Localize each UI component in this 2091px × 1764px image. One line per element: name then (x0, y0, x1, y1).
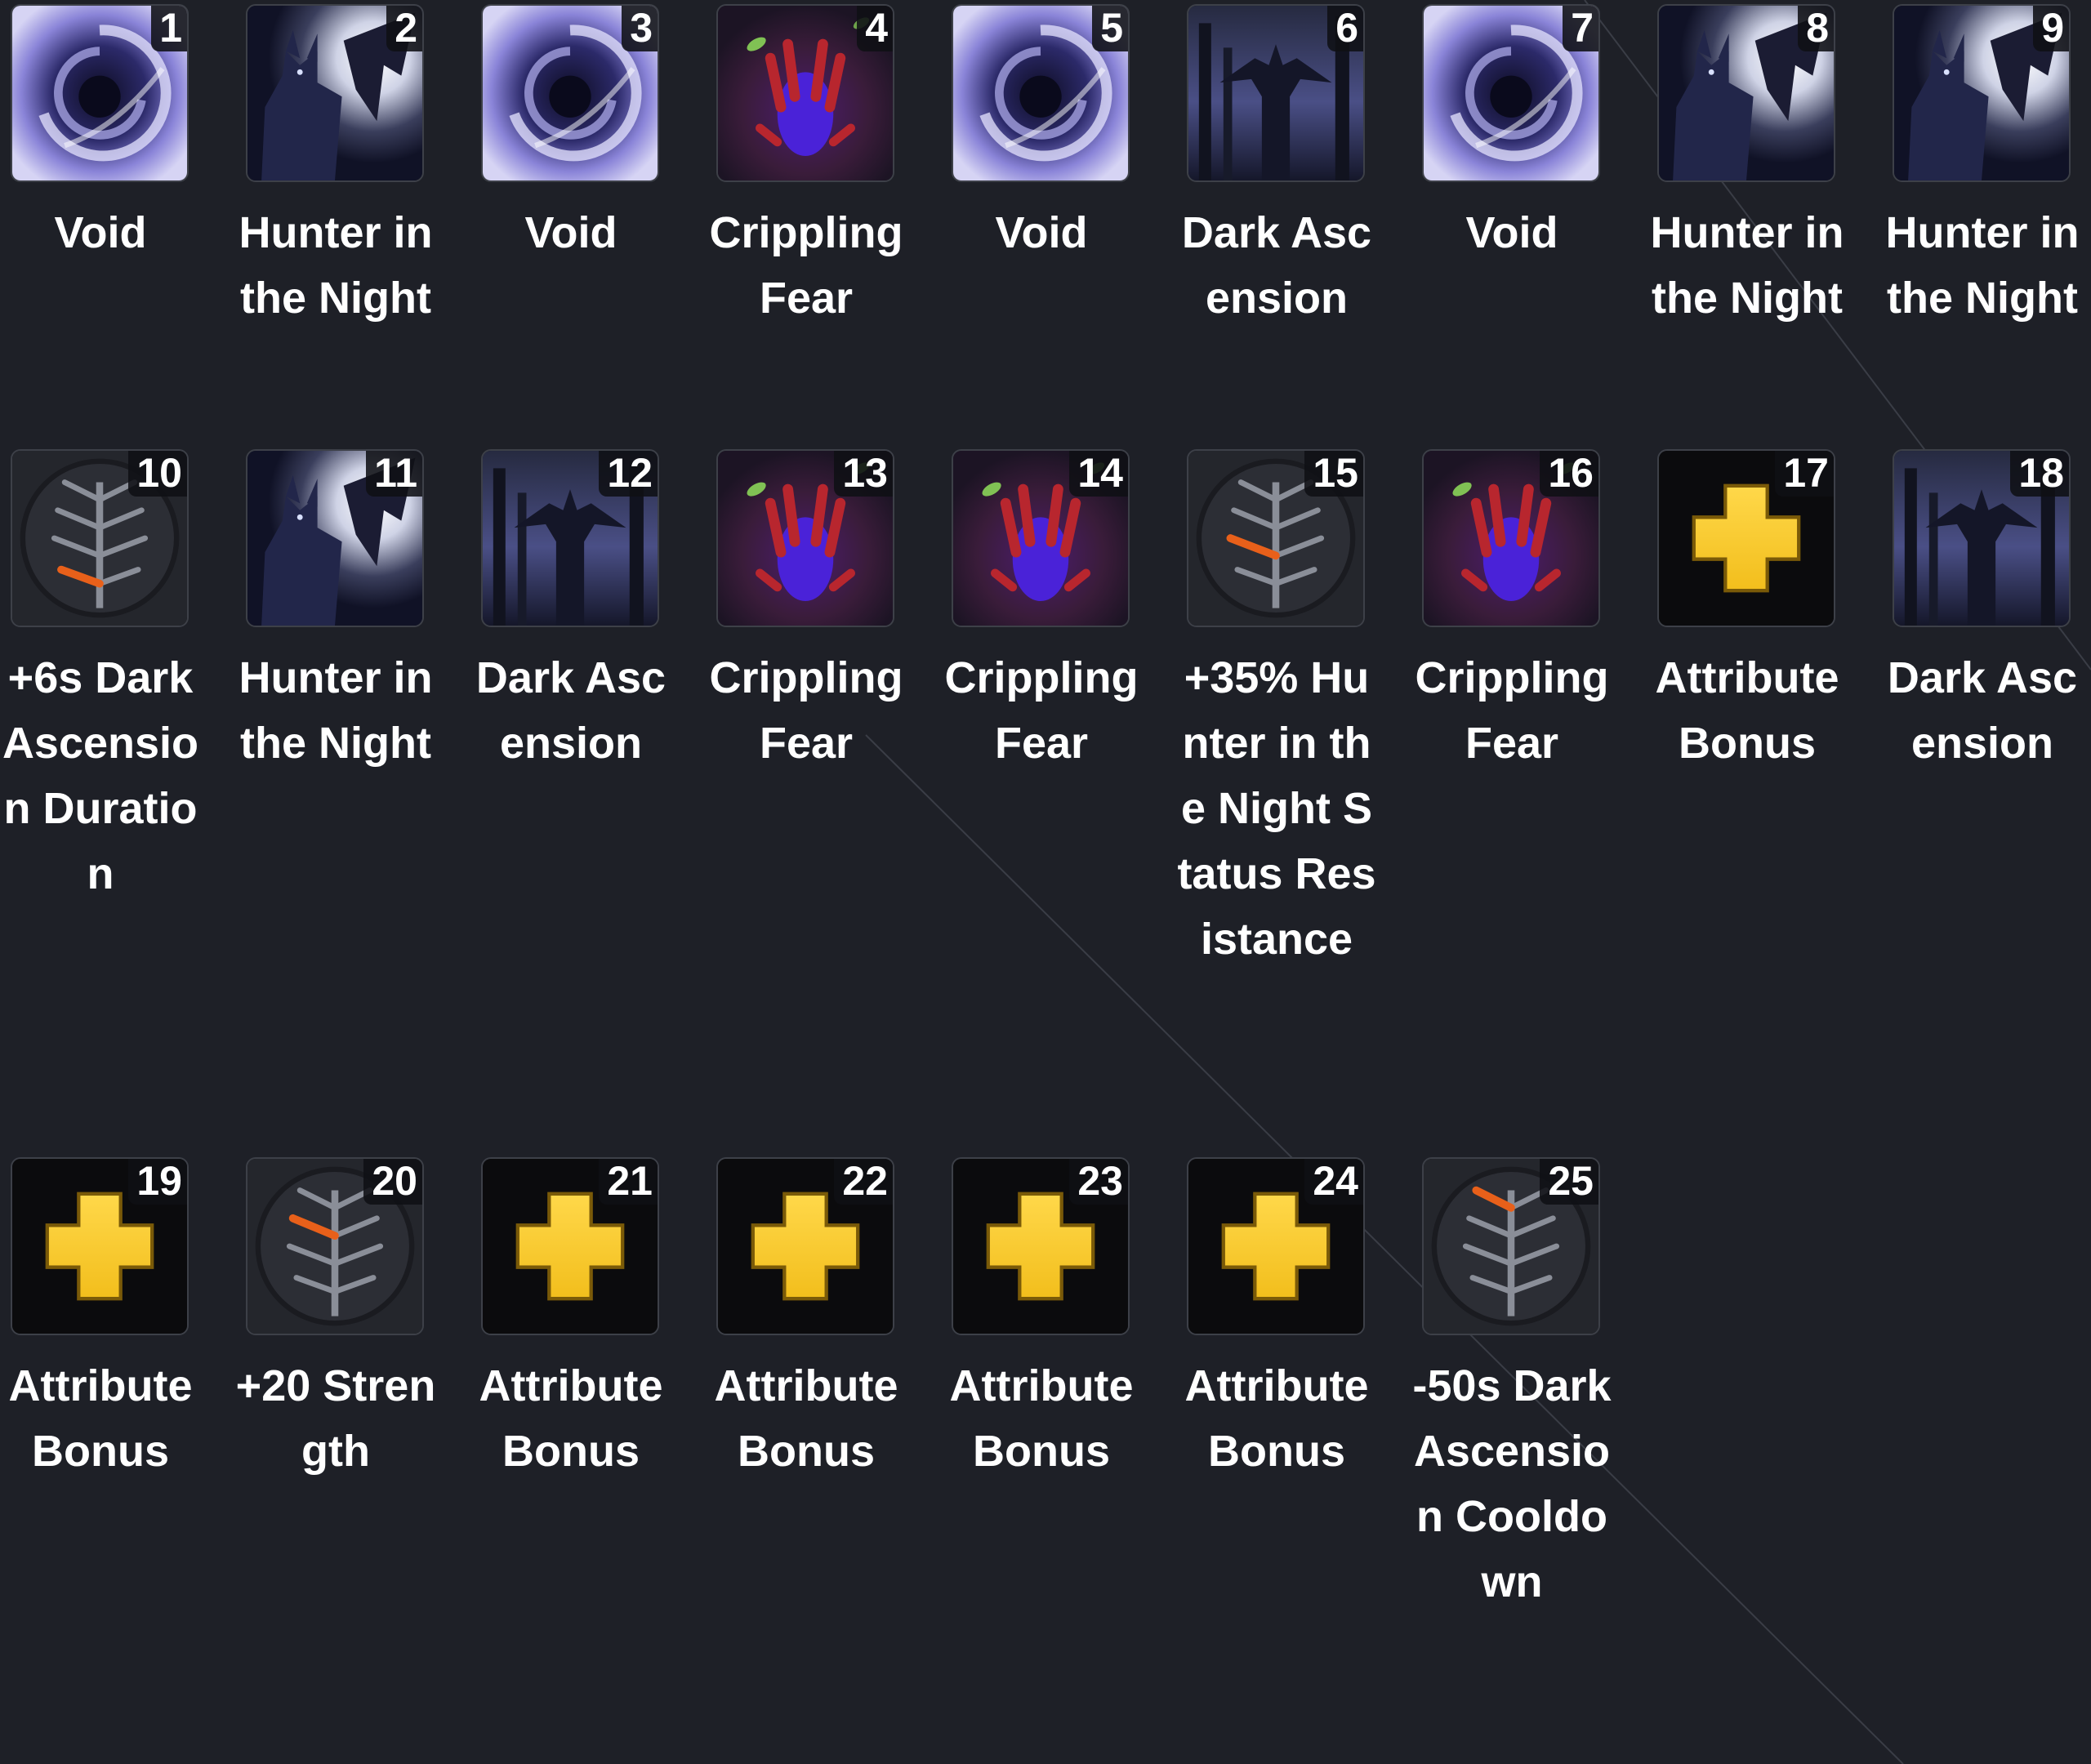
talent-label: Crippling Fear (709, 208, 903, 323)
crippling-fear-icon[interactable]: 14 (952, 449, 1130, 627)
talent-label: Attribute Bonus (8, 1361, 193, 1476)
talent-label: Hunter in the Night (239, 653, 433, 768)
talent-label: Hunter in the Night (239, 208, 433, 323)
talent-tree-icon[interactable]: 25 (1422, 1157, 1600, 1335)
talent-label: Void (1465, 208, 1558, 257)
hunter-in-the-night-icon[interactable]: 8 (1657, 4, 1835, 182)
talent-label: Hunter in the Night (1885, 208, 2080, 323)
talent-order-number: 17 (1775, 451, 1834, 497)
talent-label: Attribute Bonus (1184, 1361, 1369, 1476)
void-icon[interactable]: 1 (11, 4, 189, 182)
talent-label: -50s Dark Ascension Cooldown (1412, 1361, 1612, 1606)
void-icon[interactable]: 5 (952, 4, 1130, 182)
talent-label: Crippling Fear (1415, 653, 1609, 768)
talent-label: +20 Strength (235, 1361, 436, 1476)
talent-label: Crippling Fear (709, 653, 903, 768)
talent-order-number: 15 (1304, 451, 1363, 497)
talent-order-number: 7 (1563, 6, 1598, 51)
attribute-bonus-icon[interactable]: 21 (481, 1157, 659, 1335)
talent-label: Dark Ascension (1887, 653, 2078, 768)
talent-label: Void (995, 208, 1088, 257)
attribute-bonus-icon[interactable]: 23 (952, 1157, 1130, 1335)
talent-order-number: 13 (834, 451, 893, 497)
crippling-fear-icon[interactable]: 13 (716, 449, 894, 627)
talent-label: Attribute Bonus (949, 1361, 1134, 1476)
dark-ascension-icon[interactable]: 18 (1893, 449, 2071, 627)
hunter-in-the-night-icon[interactable]: 11 (246, 449, 424, 627)
talent-label: Void (54, 208, 147, 257)
talent-order-number: 16 (1540, 451, 1598, 497)
talent-order-number: 9 (2033, 6, 2069, 51)
dark-ascension-icon[interactable]: 12 (481, 449, 659, 627)
talent-order-number: 14 (1069, 451, 1128, 497)
crippling-fear-icon[interactable]: 4 (716, 4, 894, 182)
talent-tree-icon[interactable]: 20 (246, 1157, 424, 1335)
talent-tree-icon[interactable]: 15 (1187, 449, 1365, 627)
attribute-bonus-icon[interactable]: 24 (1187, 1157, 1365, 1335)
talent-order-number: 22 (834, 1159, 893, 1205)
talent-label: Dark Ascension (1181, 208, 1372, 323)
talent-order-number: 1 (151, 6, 187, 51)
talent-order-number: 3 (622, 6, 658, 51)
talent-order-number: 11 (366, 451, 422, 497)
talent-label: Attribute Bonus (1655, 653, 1839, 768)
talent-order-number: 20 (363, 1159, 422, 1205)
attribute-bonus-icon[interactable]: 19 (11, 1157, 189, 1335)
talent-label: Dark Ascension (475, 653, 667, 768)
talent-label: Attribute Bonus (479, 1361, 663, 1476)
attribute-bonus-icon[interactable]: 22 (716, 1157, 894, 1335)
talent-order-number: 8 (1798, 6, 1834, 51)
talent-order-number: 6 (1327, 6, 1363, 51)
hunter-in-the-night-icon[interactable]: 9 (1893, 4, 2071, 182)
talent-order-number: 18 (2010, 451, 2069, 497)
talent-label: Attribute Bonus (714, 1361, 898, 1476)
talent-order-number: 4 (857, 6, 893, 51)
talent-tree-icon[interactable]: 10 (11, 449, 189, 627)
hunter-in-the-night-icon[interactable]: 2 (246, 4, 424, 182)
talent-order-number: 2 (386, 6, 422, 51)
talent-order-number: 5 (1092, 6, 1128, 51)
talent-order-number: 21 (599, 1159, 658, 1205)
talent-label: Crippling Fear (944, 653, 1139, 768)
talent-grid: 1 Void 2 Hunter in the Night 3 Void 4 Cr… (0, 0, 2091, 1764)
void-icon[interactable]: 3 (481, 4, 659, 182)
void-icon[interactable]: 7 (1422, 4, 1600, 182)
talent-order-number: 12 (599, 451, 658, 497)
talent-label: Hunter in the Night (1650, 208, 1844, 323)
attribute-bonus-icon[interactable]: 17 (1657, 449, 1835, 627)
talent-order-number: 19 (128, 1159, 187, 1205)
talent-order-number: 10 (128, 451, 187, 497)
talent-order-number: 23 (1069, 1159, 1128, 1205)
talent-label: +35% Hunter in the Night Status Resistan… (1177, 653, 1376, 964)
talent-order-number: 24 (1304, 1159, 1363, 1205)
talent-order-number: 25 (1540, 1159, 1598, 1205)
dark-ascension-icon[interactable]: 6 (1187, 4, 1365, 182)
talent-label: Void (524, 208, 617, 257)
talent-label: +6s Dark Ascension Duration (2, 653, 199, 898)
crippling-fear-icon[interactable]: 16 (1422, 449, 1600, 627)
